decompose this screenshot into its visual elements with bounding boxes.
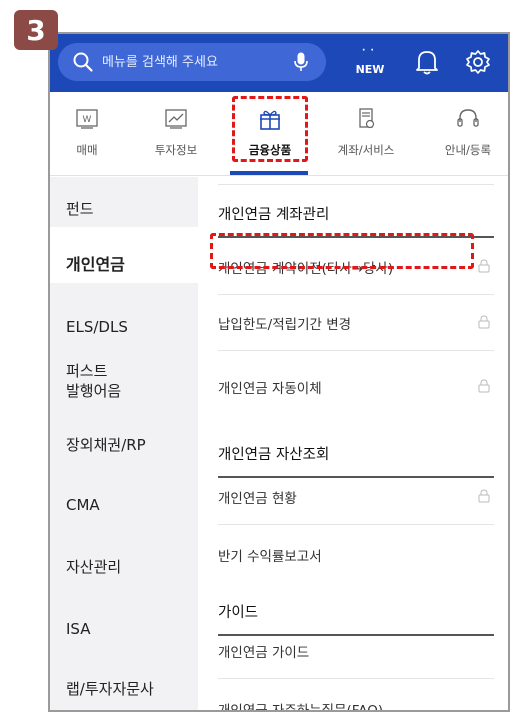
menu-item-faq[interactable]: 개인연금 자주하는질문(FAQ)	[218, 681, 494, 712]
svg-text:W: W	[83, 115, 92, 125]
sidebar-item-asset-management[interactable]: 자산관리	[66, 557, 196, 577]
search-box[interactable]	[58, 43, 326, 81]
category-tabs: W 매매 투자정보 금융상품 계좌/서비스 안내/등록	[50, 92, 508, 176]
top-search-bar: · · NEW	[50, 34, 508, 92]
menu-item-limit-change[interactable]: 납입한도/적립기간 변경	[218, 295, 494, 351]
tab-label: 계좌/서비스	[337, 143, 395, 157]
lock-icon	[478, 259, 490, 273]
menu-item-label: 개인연금 자주하는질문(FAQ)	[218, 703, 384, 712]
menu-item-label: 개인연금 가이드	[218, 644, 310, 661]
menu-item-label: 반기 수익률보고서	[218, 549, 322, 565]
sidebar-item-cma[interactable]: CMA	[66, 495, 196, 515]
sidebar-item-wrap-advisory[interactable]: 랩/투자자문사	[66, 679, 196, 699]
document-icon	[359, 108, 375, 129]
tab-investment-info[interactable]: 투자정보	[140, 92, 212, 176]
sidebar-item-isa[interactable]: ISA	[66, 619, 196, 639]
tab-guide-register[interactable]: 안내/등록	[428, 92, 508, 176]
search-icon	[73, 52, 93, 72]
lock-icon	[478, 489, 490, 503]
trend-chart-icon	[165, 109, 187, 129]
step-number-badge: 3	[14, 10, 58, 50]
menu-item-label: 개인연금 자동이체	[218, 381, 322, 397]
sidebar-menu: 펀드 개인연금 ELS/DLS 퍼스트 발행어음 장외채권/RP CMA 자산관…	[50, 177, 198, 710]
gear-icon[interactable]	[464, 48, 492, 76]
sidebar-item-personal-pension[interactable]: 개인연금	[66, 255, 196, 275]
highlight-box-tab	[232, 96, 308, 162]
new-label: NEW	[355, 63, 385, 76]
lock-icon	[478, 315, 490, 329]
sidebar-item-fund[interactable]: 펀드	[66, 199, 196, 219]
submenu-panel: 개인연금 계좌관리 개인연금 계약이전(타사→당사) 납입한도/적립기간 변경 …	[198, 177, 508, 712]
panel-top-divider	[218, 177, 494, 185]
tab-trading[interactable]: W 매매	[60, 92, 114, 176]
new-sparkle: · ·	[362, 46, 375, 56]
sidebar-item-otc-bond-rp[interactable]: 장외채권/RP	[66, 435, 196, 455]
lock-icon	[478, 379, 490, 393]
menu-item-label: 개인연금 현황	[218, 490, 297, 507]
menu-item-label: 납입한도/적립기간 변경	[218, 316, 352, 333]
highlight-box-transfer	[210, 233, 474, 269]
active-tab-indicator	[230, 171, 308, 175]
menu-item-pension-guide[interactable]: 개인연금 가이드	[218, 623, 494, 679]
menu-item-auto-transfer[interactable]: 개인연금 자동이체	[218, 359, 494, 415]
search-input[interactable]	[102, 54, 282, 70]
tab-label: 안내/등록	[444, 143, 492, 157]
menu-item-semiannual-report[interactable]: 반기 수익률보고서	[218, 527, 494, 583]
sidebar-item-els-dls[interactable]: ELS/DLS	[66, 317, 196, 337]
bell-icon[interactable]	[414, 48, 440, 76]
app-screen: · · NEW W 매매 투자정보	[48, 32, 510, 712]
menu-item-pension-status[interactable]: 개인연금 현황	[218, 469, 494, 525]
won-chart-icon: W	[76, 109, 98, 129]
tab-label: 투자정보	[154, 143, 198, 157]
sidebar-item-first-note[interactable]: 퍼스트 발행어음	[66, 361, 196, 401]
tab-label: 매매	[76, 143, 98, 157]
new-features-icon[interactable]: · · NEW	[350, 46, 390, 80]
headset-icon	[457, 109, 479, 127]
microphone-icon[interactable]	[294, 52, 308, 72]
tab-account-service[interactable]: 계좌/서비스	[326, 92, 406, 176]
